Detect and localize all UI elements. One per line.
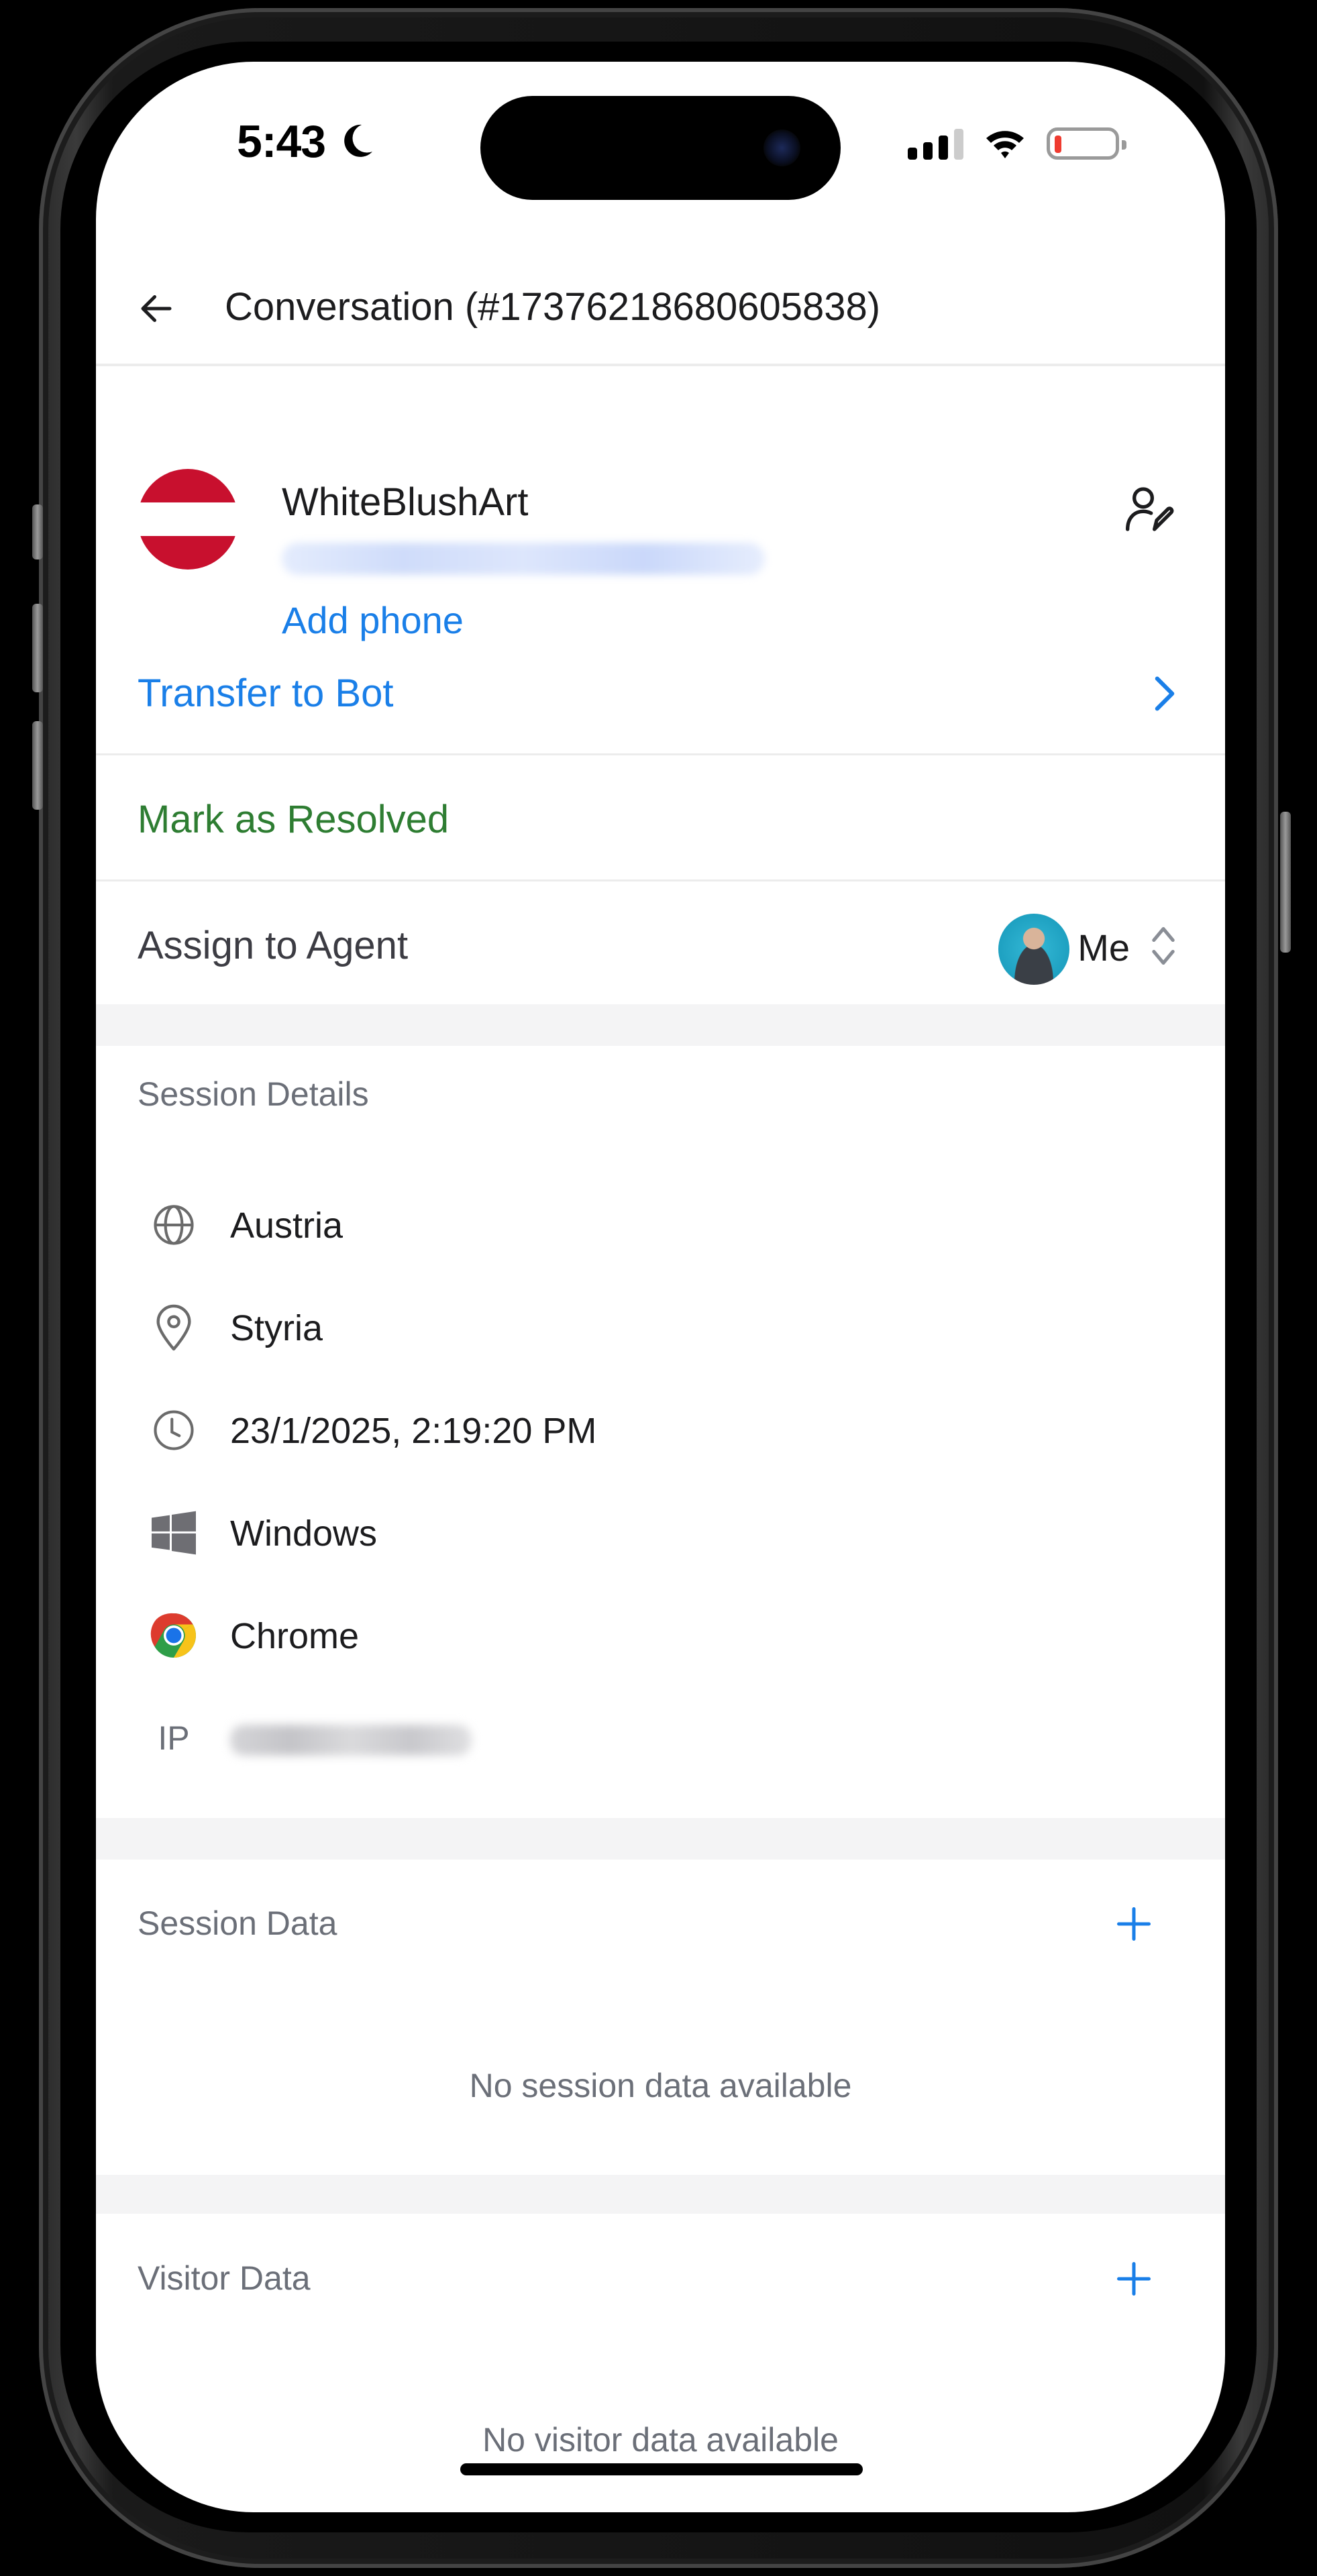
add-visitor-data-button[interactable]	[1114, 2259, 1154, 2299]
detail-value: Windows	[230, 1513, 378, 1554]
visitor-data-empty: No visitor data available	[482, 2421, 839, 2459]
chrome-icon	[150, 1613, 196, 1658]
transfer-to-bot-label: Transfer to Bot	[138, 672, 394, 715]
assigned-agent-name: Me	[1077, 926, 1130, 969]
detail-value: Styria	[230, 1308, 323, 1348]
detail-timestamp: 23/1/2025, 2:19:20 PM	[96, 1394, 1225, 1461]
chevron-up-down-icon[interactable]	[1150, 923, 1177, 969]
section-separator	[96, 1004, 1225, 1046]
austria-flag-avatar	[138, 469, 238, 570]
detail-ip: IP	[96, 1702, 1225, 1769]
add-session-data-button[interactable]	[1114, 1904, 1154, 1944]
detail-country: Austria	[96, 1189, 1225, 1256]
power-button	[1280, 812, 1291, 953]
detail-region: Styria	[96, 1291, 1225, 1358]
agent-avatar	[998, 914, 1069, 985]
visitor-data-title: Visitor Data	[138, 2259, 311, 2297]
app-screen: 5:43 Conversation (#17376218680605838) W…	[96, 62, 1225, 2512]
windows-icon	[152, 1511, 196, 1555]
contact-email-redacted	[282, 543, 765, 575]
detail-os: Windows	[96, 1497, 1225, 1564]
transfer-to-bot-row[interactable]: Transfer to Bot	[96, 629, 1225, 755]
ip-label: IP	[158, 1719, 190, 1757]
session-data-empty: No session data available	[469, 2067, 852, 2104]
dynamic-island	[480, 96, 841, 200]
detail-value: Chrome	[230, 1616, 360, 1656]
section-separator	[96, 1818, 1225, 1860]
clock-icon	[154, 1410, 194, 1450]
map-pin-icon	[156, 1304, 191, 1351]
session-data-title: Session Data	[138, 1904, 337, 1942]
status-icons	[908, 127, 1126, 160]
page-title: Conversation (#17376218680605838)	[225, 285, 881, 329]
status-time: 5:43	[237, 116, 326, 167]
mark-resolved-label: Mark as Resolved	[138, 798, 450, 841]
detail-value: 23/1/2025, 2:19:20 PM	[230, 1411, 597, 1451]
user-edit-icon[interactable]	[1123, 482, 1177, 536]
volume-up-button	[32, 604, 43, 692]
section-separator	[96, 2175, 1225, 2214]
detail-value: Austria	[230, 1205, 344, 1246]
camera-lens	[763, 129, 800, 166]
volume-down-button	[32, 721, 43, 810]
assign-agent-row[interactable]: Assign to Agent Me	[96, 881, 1225, 1008]
signal-icon	[908, 129, 963, 160]
wifi-icon	[986, 131, 1024, 158]
session-details-title: Session Details	[138, 1075, 369, 1113]
back-arrow-icon[interactable]	[136, 288, 176, 329]
chevron-right-icon	[1155, 676, 1175, 711]
home-indicator[interactable]	[460, 2463, 863, 2475]
detail-browser: Chrome	[96, 1599, 1225, 1666]
assign-agent-label: Assign to Agent	[138, 924, 409, 967]
action-button	[32, 504, 43, 559]
globe-icon	[154, 1205, 194, 1245]
mark-resolved-row[interactable]: Mark as Resolved	[96, 755, 1225, 881]
battery-icon	[1047, 127, 1126, 160]
nav-header: Conversation (#17376218680605838)	[96, 256, 1225, 366]
contact-name: WhiteBlushArt	[282, 480, 529, 524]
moon-icon	[344, 124, 372, 157]
ip-value-redacted	[230, 1725, 472, 1756]
